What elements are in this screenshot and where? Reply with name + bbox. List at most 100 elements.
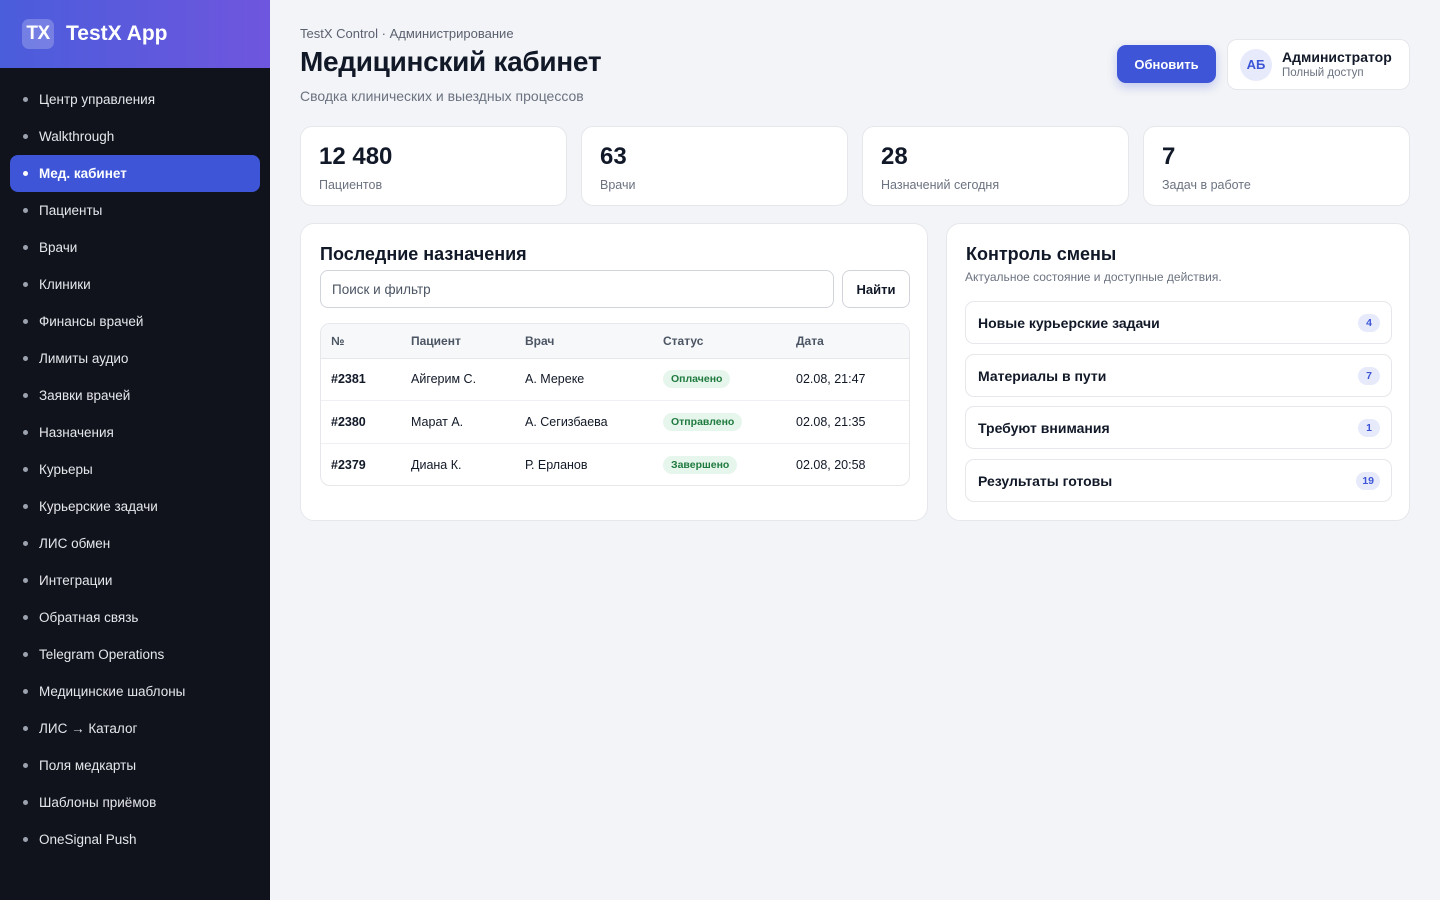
sidebar-item-doctor-requests[interactable]: Заявки врачей [10,377,260,414]
cell-date: 02.08, 21:35 [786,400,909,443]
sidebar-item-label: Медицинские шаблоны [39,684,186,699]
sidebar-item-telegram-operations[interactable]: Telegram Operations [10,636,260,673]
stat-label: Врачи [600,178,636,192]
column-header-doctor[interactable]: Врач [515,324,653,359]
sidebar-item-appointments[interactable]: Назначения [10,414,260,451]
stat-label: Назначений сегодня [881,178,1000,192]
stats-row: 12 480 Пациентов 63 Врачи 28 Назначений … [300,126,1410,206]
bullet-icon [23,763,28,768]
sidebar-item-label: Поля медкарты [39,758,137,773]
bullet-icon [23,97,28,102]
find-button[interactable]: Найти [842,270,910,308]
cell-patient: Диана К. [401,442,515,485]
count-badge: 7 [1358,366,1380,385]
sidebar-item-feedback[interactable]: Обратная связь [10,599,260,636]
sidebar-item-label: Финансы врачей [39,314,144,329]
user-info: Администратор Полный доступ [1282,49,1392,81]
bullet-icon [23,356,28,361]
sidebar-item-label: ЛИС → Каталог [39,721,138,736]
sidebar-item-label: ЛИС обмен [39,536,111,551]
app-name: TestX App [66,22,168,45]
shift-control-card: Контроль смены Актуальное состояние и до… [946,223,1410,521]
bullet-icon [23,578,28,583]
status-badge: Оплачено [663,370,731,389]
search-input[interactable] [320,270,834,308]
brand-header[interactable]: TX TestX App [0,0,270,68]
sidebar-item-label: Мед. кабинет [39,166,127,181]
user-card[interactable]: АБ Администратор Полный доступ [1227,39,1410,90]
sidebar-item-medical-templates[interactable]: Медицинские шаблоны [10,673,260,710]
cell-status: Отправлено [653,400,786,443]
sidebar-item-label: Курьерские задачи [39,499,158,514]
sidebar-item-label: Заявки врачей [39,388,131,403]
bullet-icon [23,541,28,546]
sidebar-item-control-center[interactable]: Центр управления [10,81,260,118]
sidebar-item-medcard-fields[interactable]: Поля медкарты [10,747,260,784]
user-name: Администратор [1282,48,1392,65]
cell-patient: Айгерим С. [411,372,477,387]
sidebar-item-doctor-finances[interactable]: Финансы врачей [10,303,260,340]
page-subtitle: Сводка клинических и выездных процессов [300,88,584,104]
bullet-icon [23,245,28,250]
sidebar-item-clinics[interactable]: Клиники [10,266,260,303]
sidebar-item-label: Клиники [39,277,91,292]
shift-item-new-courier-tasks[interactable]: Новые курьерские задачи 4 [965,301,1392,344]
sidebar-item-audio-limits[interactable]: Лимиты аудио [10,340,260,377]
status-badge: Отправлено [663,412,743,431]
count-badge: 4 [1358,313,1380,332]
sidebar-item-label: Врачи [39,240,78,255]
table-row[interactable]: #2381 Айгерим С. А. Мереке Оплачено 02.0… [321,358,909,401]
sidebar-item-lis-catalog[interactable]: ЛИС → Каталог [10,710,260,747]
sidebar-item-label: Walkthrough [39,129,115,144]
sidebar-item-walkthrough[interactable]: Walkthrough [10,118,260,155]
cell-number: #2379 [321,442,401,485]
card-title: Контроль смены [966,244,1117,264]
sidebar-item-label: Курьеры [39,462,93,477]
sidebar-item-visit-templates[interactable]: Шаблоны приёмов [10,784,260,821]
breadcrumb: TestX Control · Администрирование [300,26,514,41]
stat-value: 28 [881,143,908,170]
sidebar-item-label: OneSignal Push [39,832,137,847]
status-badge: Завершено [663,455,738,474]
avatar: АБ [1240,48,1272,81]
cell-status: Оплачено [653,358,786,401]
shift-item-label: Результаты готовы [978,472,1113,489]
shift-item-materials-in-transit[interactable]: Материалы в пути 7 [965,354,1392,397]
column-header-number[interactable]: № [321,324,401,359]
card-subtitle: Актуальное состояние и доступные действи… [965,270,1222,284]
column-header-status[interactable]: Статус [653,324,786,359]
table-row[interactable]: #2380 Марат А. А. Сегизбаева Отправлено … [321,400,909,443]
bullet-icon [23,800,28,805]
bullet-icon [23,652,28,657]
column-header-patient[interactable]: Пациент [401,324,515,359]
shift-item-results-ready[interactable]: Результаты готовы 19 [965,459,1392,502]
sidebar-item-lis-exchange[interactable]: ЛИС обмен [10,525,260,562]
sidebar-item-integrations[interactable]: Интеграции [10,562,260,599]
column-header-date[interactable]: Дата [786,324,909,359]
cell-doctor: Р. Ерланов [515,442,653,485]
sidebar-item-label: Лимиты аудио [39,351,129,366]
sidebar-item-med-cabinet[interactable]: Мед. кабинет [10,155,260,192]
bullet-icon [23,282,28,287]
sidebar-item-onesignal-push[interactable]: OneSignal Push [10,821,260,858]
cell-number: #2380 [321,400,401,443]
table-row[interactable]: #2379 Диана К. Р. Ерланов Завершено 02.0… [321,442,909,485]
refresh-button[interactable]: Обновить [1117,45,1216,83]
shift-item-need-attention[interactable]: Требуют внимания 1 [965,406,1392,449]
sidebar-item-doctors[interactable]: Врачи [10,229,260,266]
stat-card-patients: 12 480 Пациентов [300,126,567,206]
sidebar-item-couriers[interactable]: Курьеры [10,451,260,488]
card-title: Последние назначения [320,244,527,264]
sidebar: TX TestX App Центр управления Walkthroug… [0,0,270,900]
cell-date: 02.08, 21:47 [796,372,866,387]
bullet-icon [23,393,28,398]
sidebar-item-courier-tasks[interactable]: Курьерские задачи [10,488,260,525]
sidebar-item-label: Пациенты [39,203,103,218]
shift-item-label: Требуют внимания [978,419,1110,436]
stat-value: 7 [1162,143,1176,170]
bullet-icon [23,208,28,213]
sidebar-item-label: Обратная связь [39,610,139,625]
bullet-icon [23,726,28,731]
sidebar-item-patients[interactable]: Пациенты [10,192,260,229]
stat-value: 63 [600,143,627,170]
